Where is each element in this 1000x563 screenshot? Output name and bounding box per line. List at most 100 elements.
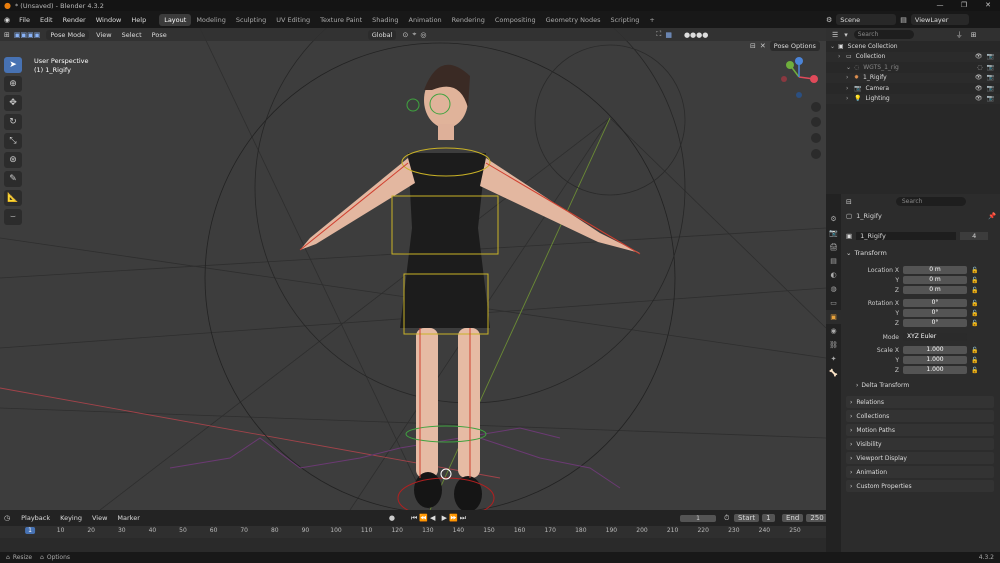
display-mode-icon[interactable]: ▾ bbox=[844, 31, 848, 39]
outliner-editor-icon[interactable]: ☰ bbox=[832, 31, 838, 39]
datablock-name[interactable]: 1_Rigify bbox=[856, 232, 957, 240]
measure-tool-icon[interactable]: 📐 bbox=[4, 190, 22, 206]
eye-icon[interactable]: 👁 bbox=[975, 53, 983, 60]
object-tab-icon[interactable]: ▣ bbox=[826, 310, 841, 324]
playback-controls[interactable]: ⏮⏪◀ ▶⏩⏭ bbox=[411, 514, 468, 523]
tab-shading[interactable]: Shading bbox=[367, 14, 403, 26]
outliner-row[interactable]: › ✸ 1_Rigify 👁 📷 bbox=[826, 72, 1000, 83]
menu-select[interactable]: Select bbox=[117, 31, 147, 39]
tab-modeling[interactable]: Modeling bbox=[191, 14, 231, 26]
delta-transform-subpanel[interactable]: › Delta Transform bbox=[856, 382, 909, 389]
select-tool-icon[interactable]: ➤ bbox=[4, 57, 22, 73]
lock-icon[interactable]: 🔓 bbox=[971, 367, 978, 374]
tab-uv-editing[interactable]: UV Editing bbox=[271, 14, 315, 26]
lock-icon[interactable]: 🔓 bbox=[971, 300, 978, 307]
location-y-field[interactable]: 0 m bbox=[903, 276, 967, 284]
expand-chevron-icon[interactable]: › bbox=[846, 95, 854, 102]
expand-chevron-icon[interactable]: › bbox=[846, 74, 854, 81]
expand-chevron-icon[interactable]: ⌄ bbox=[830, 43, 838, 50]
transform-panel-header[interactable]: ⌄ Transform bbox=[846, 249, 994, 257]
scale-z-field[interactable]: 1.000 bbox=[903, 366, 967, 374]
menu-file[interactable]: File bbox=[14, 16, 35, 24]
menu-playback[interactable]: Playback bbox=[16, 514, 55, 522]
pivot-icon[interactable]: ⊙ bbox=[402, 31, 408, 39]
menu-window[interactable]: Window bbox=[91, 16, 127, 24]
outliner-row[interactable]: › ▭ Collection 👁 📷 bbox=[826, 51, 1000, 62]
clock-icon[interactable]: ⏱ bbox=[724, 514, 729, 523]
user-count[interactable]: 4 bbox=[960, 232, 989, 240]
eye-icon[interactable]: 👁 bbox=[975, 95, 983, 102]
current-frame-field[interactable]: 1 bbox=[680, 514, 716, 522]
shading-solid-icon[interactable]: ●●●● bbox=[684, 31, 708, 39]
hide-overlay-icon[interactable]: ⊟ bbox=[750, 42, 756, 50]
data-tab-icon[interactable]: ✦ bbox=[826, 352, 841, 366]
scene-selector[interactable]: Scene bbox=[836, 14, 897, 25]
menu-view-timeline[interactable]: View bbox=[87, 514, 112, 522]
blender-menu-icon[interactable]: ◉ bbox=[0, 16, 14, 24]
world-tab-icon[interactable]: ◍ bbox=[826, 282, 841, 296]
navigation-gizmo[interactable] bbox=[776, 55, 822, 163]
properties-editor-icon[interactable]: ⊟ bbox=[846, 198, 852, 206]
pose-options-dropdown[interactable]: Pose Options bbox=[769, 41, 820, 51]
object-datablock-icon[interactable]: ▣ bbox=[846, 232, 852, 240]
output-tab-icon[interactable]: 🖨 bbox=[826, 240, 841, 254]
panel-motion-paths[interactable]: › Motion Paths bbox=[846, 424, 994, 436]
menu-edit[interactable]: Edit bbox=[35, 16, 58, 24]
transform-tool-icon[interactable]: ⊛ bbox=[4, 152, 22, 168]
view-layer-selector[interactable]: ViewLayer bbox=[910, 14, 969, 25]
menu-pose[interactable]: Pose bbox=[147, 31, 172, 39]
outliner-row[interactable]: ⌄ ◌ WGTS_1_rig ◌ 📷 bbox=[826, 62, 1000, 72]
outliner-search-input[interactable]: Search bbox=[853, 30, 914, 39]
mode-dropdown[interactable]: Pose Mode bbox=[46, 29, 90, 40]
rotation-mode-dropdown[interactable]: XYZ Euler bbox=[903, 333, 967, 341]
scene-icon[interactable]: ⚙ bbox=[826, 16, 832, 24]
view-layer-tab-icon[interactable]: ▤ bbox=[826, 254, 841, 268]
tab-rendering[interactable]: Rendering bbox=[447, 14, 490, 26]
cursor-tool-icon[interactable]: ⊕ bbox=[4, 76, 22, 92]
outliner-row[interactable]: ⌄ ▣ Scene Collection bbox=[826, 41, 1000, 51]
tab-scripting[interactable]: Scripting bbox=[605, 14, 644, 26]
viewport-overlays-icon[interactable]: ⛶ bbox=[656, 30, 661, 39]
filter-icon[interactable]: ⏚ bbox=[956, 30, 963, 40]
render-camera-icon[interactable]: 📷 bbox=[987, 53, 994, 60]
tab-animation[interactable]: Animation bbox=[404, 14, 447, 26]
lock-icon[interactable]: 🔓 bbox=[971, 320, 978, 327]
menu-marker[interactable]: Marker bbox=[112, 514, 144, 522]
editor-type-icon[interactable]: ⊞ bbox=[4, 31, 10, 39]
proportional-icon[interactable]: ◎ bbox=[420, 31, 426, 39]
bone-tab-icon[interactable]: 🦴 bbox=[826, 366, 841, 380]
tab-compositing[interactable]: Compositing bbox=[490, 14, 541, 26]
lock-icon[interactable]: 🔓 bbox=[971, 277, 978, 284]
lock-icon[interactable]: 🔓 bbox=[971, 287, 978, 294]
maximize-button[interactable]: ❐ bbox=[952, 0, 976, 11]
physics-tab-icon[interactable]: ◉ bbox=[826, 324, 841, 338]
panel-collections[interactable]: › Collections bbox=[846, 410, 994, 422]
lock-icon[interactable]: 🔓 bbox=[971, 357, 978, 364]
render-camera-icon[interactable]: 📷 bbox=[987, 85, 994, 92]
lock-icon[interactable]: 🔓 bbox=[971, 347, 978, 354]
rotation-y-field[interactable]: 0° bbox=[903, 309, 967, 317]
record-icon[interactable]: ● bbox=[389, 514, 395, 522]
location-x-field[interactable]: 0 m bbox=[903, 266, 967, 274]
location-z-field[interactable]: 0 m bbox=[903, 286, 967, 294]
frame-ruler[interactable]: 1 10 20 30 40 50 60 70 80 90 100 110 120 130 140 150 160… bbox=[0, 526, 826, 538]
scene-tab-icon[interactable]: ◐ bbox=[826, 268, 841, 282]
panel-animation[interactable]: › Animation bbox=[846, 466, 994, 478]
rotation-z-field[interactable]: 0° bbox=[903, 319, 967, 327]
tab-geometry-nodes[interactable]: Geometry Nodes bbox=[541, 14, 606, 26]
render-camera-icon[interactable]: 📷 bbox=[987, 64, 994, 71]
orientation-dropdown[interactable]: Global bbox=[367, 29, 397, 40]
rotate-tool-icon[interactable]: ↻ bbox=[4, 114, 22, 130]
annotate-tool-icon[interactable]: ✎ bbox=[4, 171, 22, 187]
close-button[interactable]: ✕ bbox=[976, 0, 1000, 11]
new-collection-icon[interactable]: ⊞ bbox=[971, 31, 977, 39]
eye-icon[interactable]: 👁 bbox=[975, 74, 983, 81]
add-workspace-button[interactable]: + bbox=[644, 14, 659, 26]
render-camera-icon[interactable]: 📷 bbox=[987, 74, 994, 81]
constraints-tab-icon[interactable]: ⛓ bbox=[826, 338, 841, 352]
panel-relations[interactable]: › Relations bbox=[846, 396, 994, 408]
lock-icon[interactable]: 🔓 bbox=[971, 310, 978, 317]
eye-icon[interactable]: 👁 bbox=[975, 85, 983, 92]
panel-viewport-display[interactable]: › Viewport Display bbox=[846, 452, 994, 464]
close-icon[interactable]: ✕ bbox=[760, 42, 766, 50]
